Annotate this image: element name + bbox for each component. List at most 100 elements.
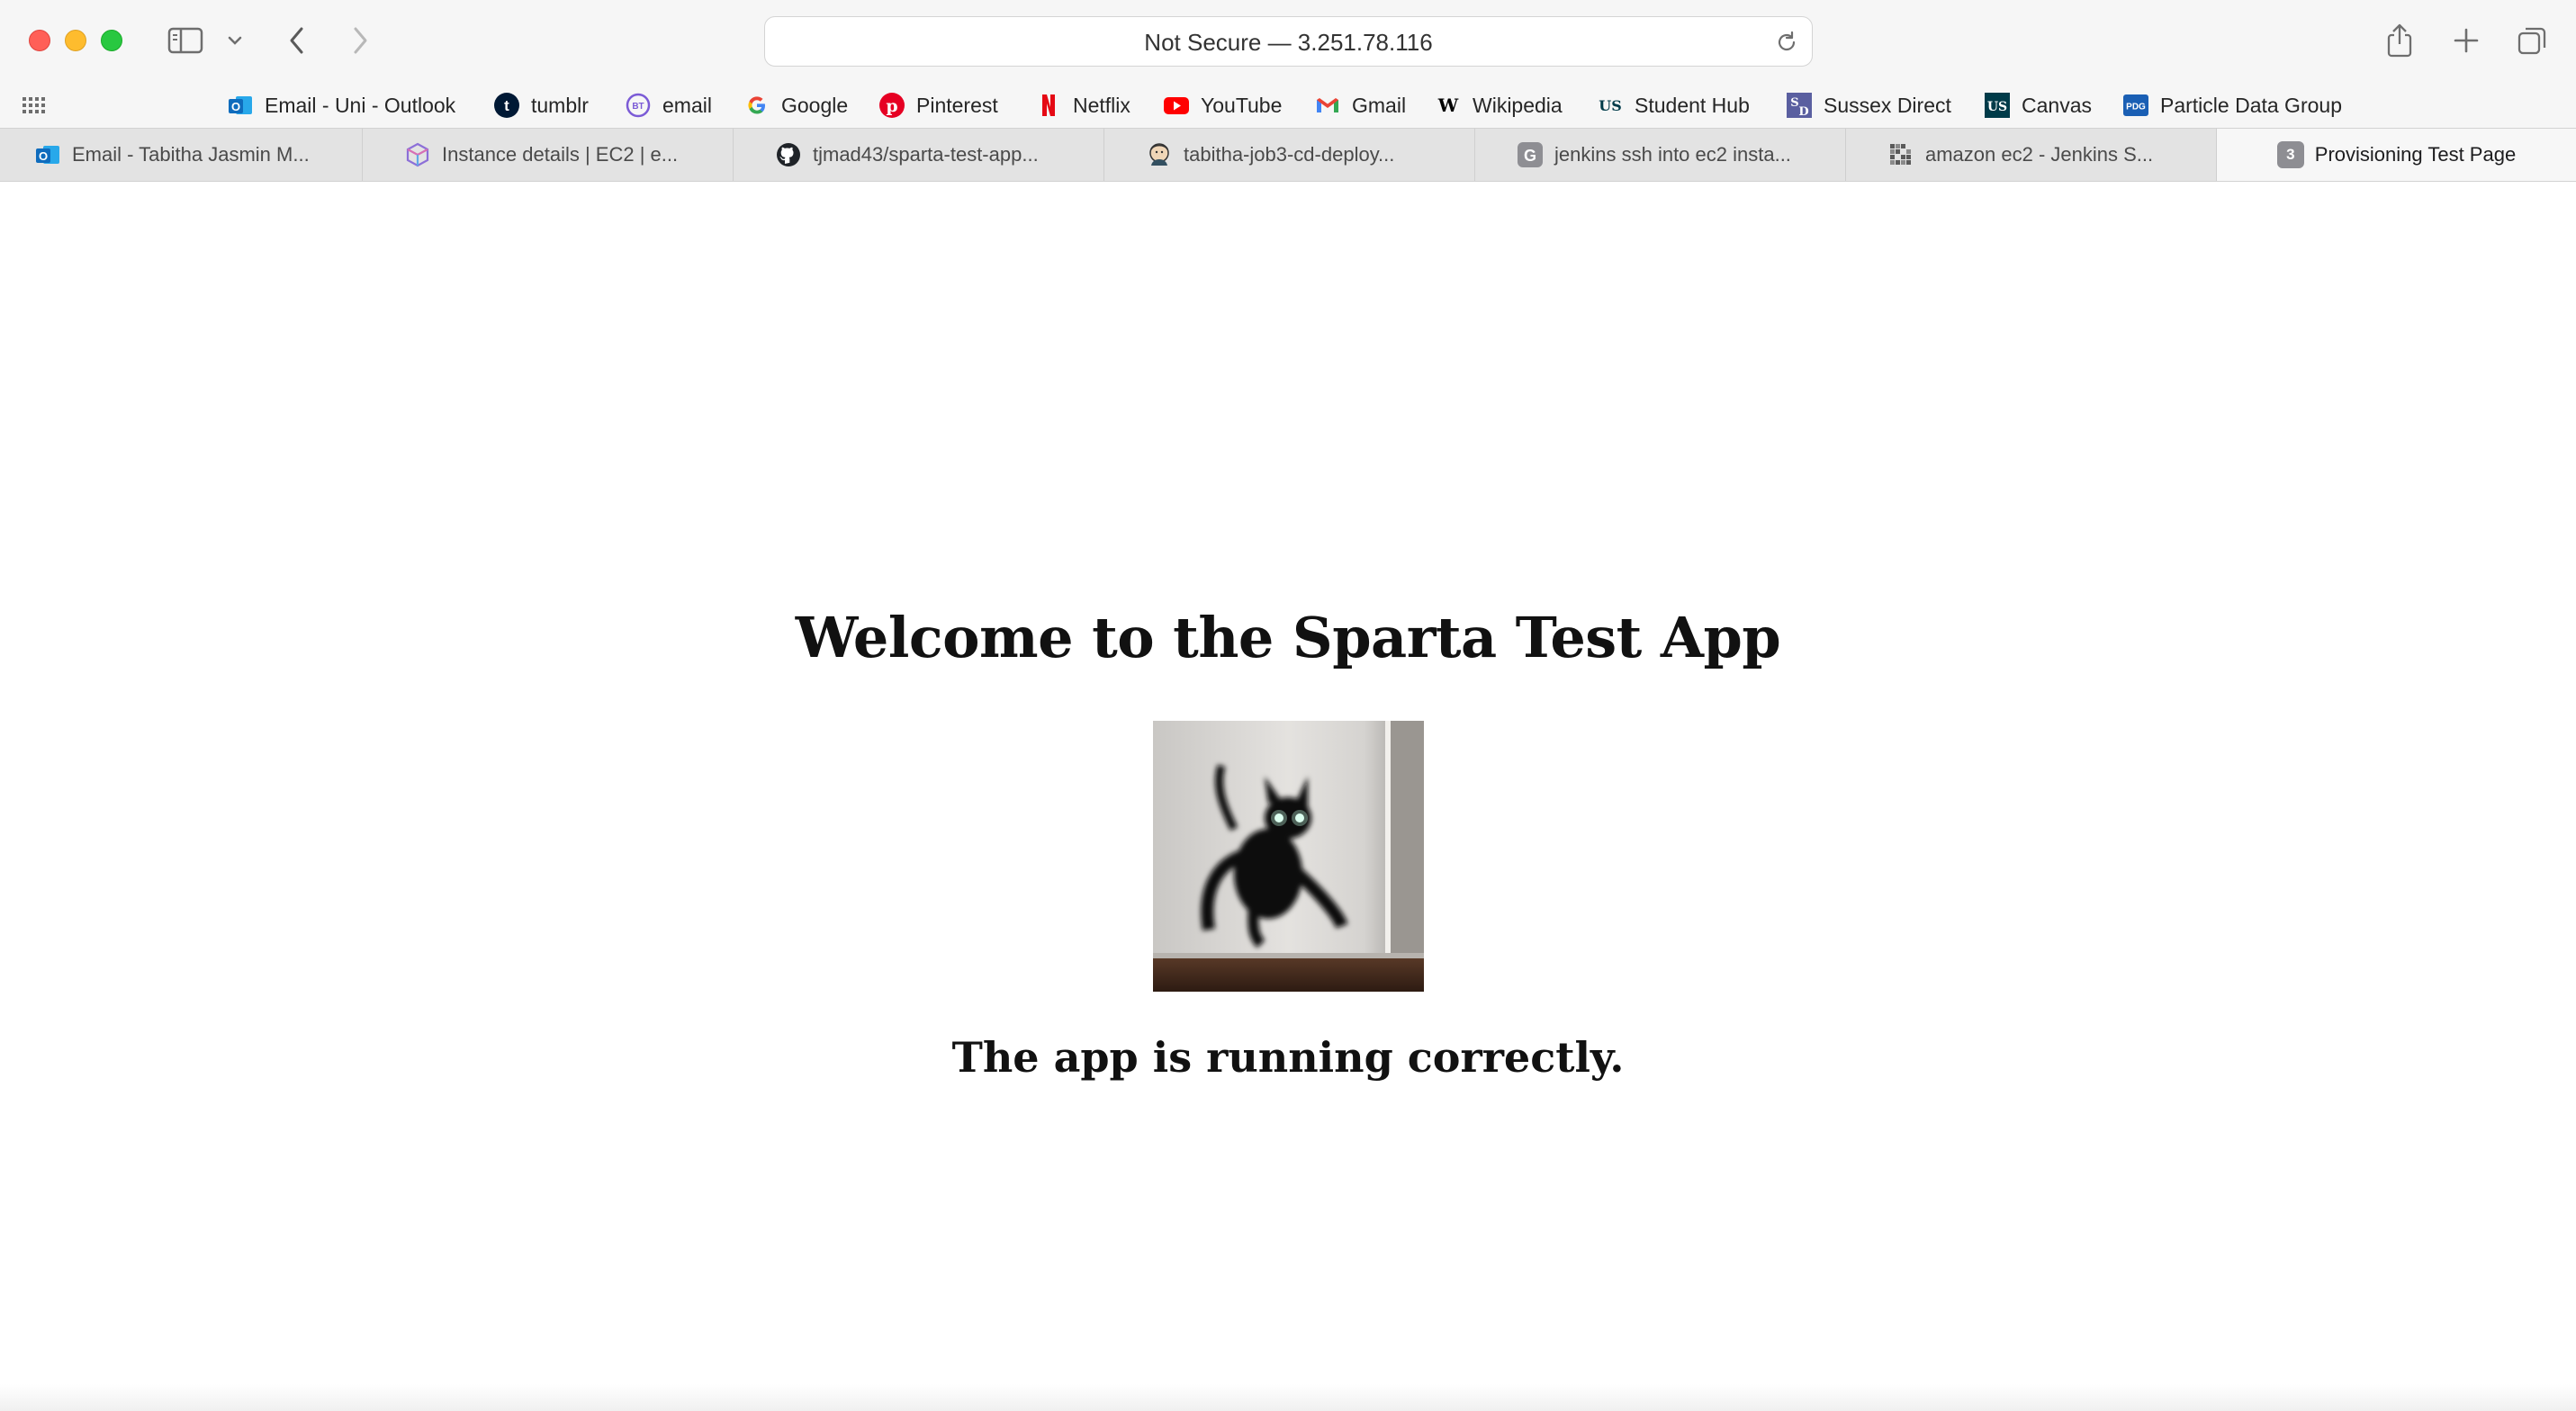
- favorite-google[interactable]: Google: [743, 83, 848, 128]
- google-icon: [743, 92, 770, 119]
- favorite-student-hub[interactable]: US Student Hub: [1597, 83, 1750, 128]
- back-button[interactable]: [281, 20, 313, 61]
- stackoverflow-icon: [1887, 141, 1914, 168]
- us-logo-icon: US: [1597, 92, 1624, 119]
- svg-text:O: O: [231, 100, 240, 113]
- github-icon: [775, 141, 802, 168]
- tab-label: Instance details | EC2 | e...: [442, 143, 679, 166]
- tab-label: amazon ec2 - Jenkins S...: [1925, 143, 2154, 166]
- number-badge-icon: 3: [2276, 141, 2304, 168]
- svg-text:D: D: [1798, 105, 1808, 119]
- favorite-label: Student Hub: [1635, 93, 1750, 117]
- chevron-left-icon: [290, 27, 303, 54]
- sidebar-menu-chevron[interactable]: [221, 20, 248, 61]
- tab-label: tjmad43/sparta-test-app...: [813, 143, 1039, 166]
- favorite-sussex-direct[interactable]: SD Sussex Direct: [1786, 83, 1951, 128]
- outlook-icon: O: [34, 141, 61, 168]
- wikipedia-icon: W: [1435, 92, 1462, 119]
- forward-button[interactable]: [344, 20, 376, 61]
- status-message: The app is running correctly.: [951, 1033, 1625, 1082]
- tab-email-outlook[interactable]: O Email - Tabitha Jasmin M...: [0, 129, 363, 181]
- tab-provisioning-test-page[interactable]: 3 Provisioning Test Page: [2217, 129, 2576, 181]
- youtube-icon: [1163, 92, 1190, 119]
- favorite-tumblr[interactable]: t tumblr: [493, 83, 589, 128]
- favorite-gmail[interactable]: Gmail: [1314, 83, 1406, 128]
- outlook-icon: O: [227, 92, 254, 119]
- favorite-label: YouTube: [1201, 93, 1283, 117]
- browser-toolbar: Not Secure — 3.251.78.116: [0, 0, 2576, 83]
- svg-text:W: W: [1437, 94, 1459, 116]
- jenkins-icon: [1146, 141, 1173, 168]
- tab-google-search[interactable]: G jenkins ssh into ec2 insta...: [1475, 129, 1846, 181]
- sidebar-toggle-button[interactable]: [166, 20, 205, 61]
- favorite-label: Netflix: [1073, 93, 1130, 117]
- plus-icon: [2454, 28, 2479, 53]
- page-bottom-edge: [0, 1384, 2576, 1411]
- favorite-pinterest[interactable]: p Pinterest: [878, 83, 998, 128]
- svg-text:S: S: [1790, 96, 1798, 110]
- tab-overview-button[interactable]: [2515, 20, 2551, 61]
- favorite-email[interactable]: BT email: [625, 83, 712, 128]
- favorite-netflix[interactable]: Netflix: [1035, 83, 1130, 128]
- svg-text:US: US: [1599, 97, 1622, 114]
- favorite-canvas[interactable]: US Canvas: [1984, 83, 2092, 128]
- sussex-direct-icon: SD: [1786, 92, 1813, 119]
- favorite-label: email: [662, 93, 712, 117]
- page-heading: Welcome to the Sparta Test App: [795, 605, 1781, 670]
- cat-photo: [1153, 721, 1424, 992]
- tab-github-repo[interactable]: tjmad43/sparta-test-app...: [734, 129, 1104, 181]
- favorite-wikipedia[interactable]: W Wikipedia: [1435, 83, 1563, 128]
- svg-text:p: p: [886, 96, 897, 116]
- address-bar[interactable]: Not Secure — 3.251.78.116: [764, 16, 1813, 67]
- svg-text:G: G: [1524, 147, 1536, 165]
- tab-ec2-instance-details[interactable]: Instance details | EC2 | e...: [363, 129, 734, 181]
- chevron-down-icon: [228, 36, 242, 45]
- tab-badge-number: 3: [2286, 146, 2295, 163]
- sidebar-icon: [167, 27, 203, 54]
- pdg-icon: PDG: [2122, 92, 2149, 119]
- svg-text:t: t: [504, 97, 509, 114]
- netflix-icon: [1035, 92, 1062, 119]
- favorite-particle-data-group[interactable]: PDG Particle Data Group: [2122, 83, 2342, 128]
- pinterest-icon: p: [878, 92, 905, 119]
- close-window-button[interactable]: [29, 30, 50, 51]
- aws-cube-icon: [404, 141, 431, 168]
- favorite-youtube[interactable]: YouTube: [1163, 83, 1282, 128]
- gmail-icon: [1314, 92, 1341, 119]
- favorite-label: Pinterest: [916, 93, 998, 117]
- tab-stackoverflow[interactable]: amazon ec2 - Jenkins S...: [1846, 129, 2217, 181]
- favorite-email-uni-outlook[interactable]: O Email - Uni - Outlook: [227, 83, 455, 128]
- favorite-label: Email - Uni - Outlook: [265, 93, 456, 117]
- tab-overview-icon: [2517, 27, 2546, 55]
- reload-icon[interactable]: [1774, 30, 1799, 55]
- tab-label: Email - Tabitha Jasmin M...: [72, 143, 310, 166]
- favorite-label: Particle Data Group: [2160, 93, 2342, 117]
- favorites-bar: O Email - Uni - Outlook t tumblr BT emai…: [0, 83, 2576, 128]
- favorite-label: Sussex Direct: [1824, 93, 1951, 117]
- tab-label: Provisioning Test Page: [2314, 143, 2517, 166]
- favorite-label: Wikipedia: [1473, 93, 1563, 117]
- tab-jenkins-job[interactable]: tabitha-job3-cd-deploy...: [1104, 129, 1475, 181]
- chevron-right-icon: [354, 27, 367, 54]
- tumblr-icon: t: [493, 92, 520, 119]
- apps-grid-icon[interactable]: [22, 94, 45, 116]
- maximize-window-button[interactable]: [101, 30, 122, 51]
- share-icon: [2387, 23, 2412, 58]
- new-tab-button[interactable]: [2448, 20, 2484, 61]
- favorite-label: Gmail: [1352, 93, 1407, 117]
- svg-text:US: US: [1987, 100, 2007, 114]
- google-g-icon: G: [1517, 141, 1544, 168]
- tab-label: tabitha-job3-cd-deploy...: [1184, 143, 1395, 166]
- tab-label: jenkins ssh into ec2 insta...: [1554, 143, 1791, 166]
- svg-text:BT: BT: [632, 102, 644, 112]
- address-bar-text: Not Secure — 3.251.78.116: [1144, 29, 1433, 56]
- web-page-content: Welcome to the Sparta Test App The app i…: [0, 182, 2576, 1411]
- minimize-window-button[interactable]: [65, 30, 86, 51]
- favorite-label: tumblr: [531, 93, 589, 117]
- svg-text:O: O: [39, 149, 48, 163]
- favorite-label: Google: [781, 93, 849, 117]
- svg-text:PDG: PDG: [2126, 103, 2146, 112]
- email-icon: BT: [625, 92, 652, 119]
- share-button[interactable]: [2382, 20, 2418, 61]
- favorite-label: Canvas: [2022, 93, 2092, 117]
